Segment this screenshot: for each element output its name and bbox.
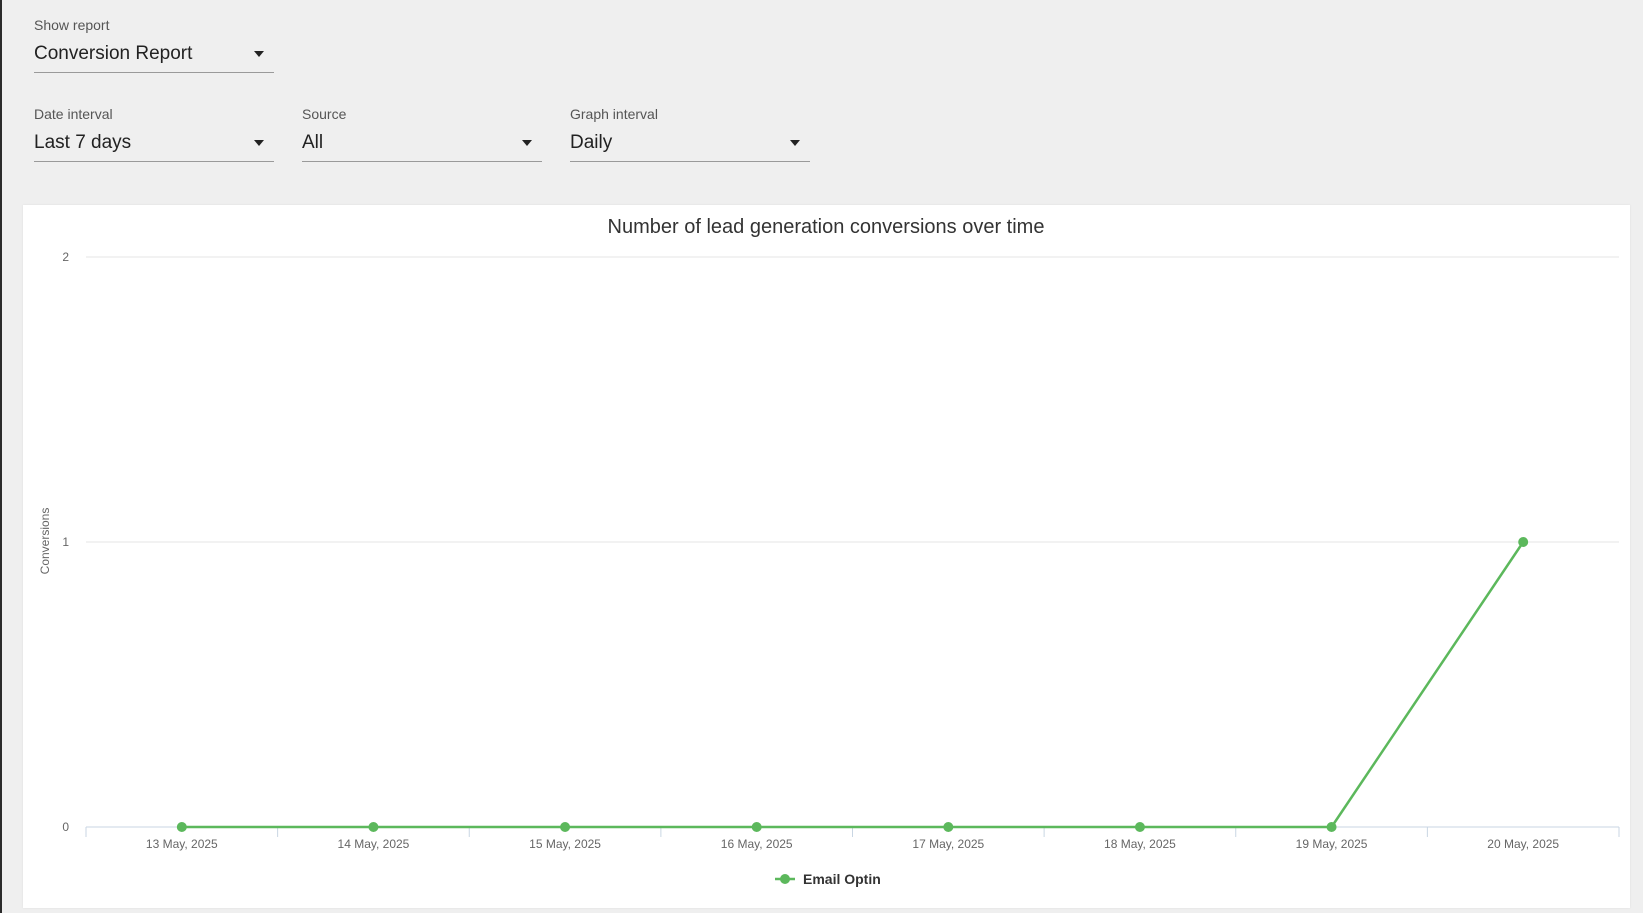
report-selector[interactable]: Show report Conversion Report xyxy=(34,16,274,73)
graph-interval-filter[interactable]: Graph interval Daily xyxy=(570,105,810,162)
data-point[interactable] xyxy=(1134,822,1145,832)
source-label: Source xyxy=(302,106,347,122)
chart-title: Number of lead generation conversions ov… xyxy=(608,216,1045,238)
date-interval-value: Last 7 days xyxy=(34,132,132,153)
legend-label[interactable]: Email Optin xyxy=(803,871,881,887)
data-point[interactable] xyxy=(560,822,571,832)
dropdown-arrow-icon[interactable] xyxy=(254,51,264,57)
x-tick-label: 17 May, 2025 xyxy=(912,837,984,851)
report-select[interactable]: Conversion Report xyxy=(34,42,274,73)
series-layer xyxy=(176,537,1529,832)
graph-interval-select[interactable]: Daily xyxy=(570,131,810,162)
dropdown-arrow-icon[interactable] xyxy=(522,140,532,146)
source-select[interactable]: All xyxy=(302,131,542,162)
y-axis-label: Conversions xyxy=(38,508,52,575)
y-tick-label: 2 xyxy=(62,250,69,264)
data-point[interactable] xyxy=(943,822,954,832)
date-interval-select[interactable]: Last 7 days xyxy=(34,131,274,162)
window-edge xyxy=(0,0,2,913)
source-filter[interactable]: Source All xyxy=(302,105,542,162)
data-point[interactable] xyxy=(751,822,762,832)
dropdown-arrow-icon[interactable] xyxy=(790,140,800,146)
legend[interactable]: Email Optin xyxy=(775,871,881,887)
x-tick-label: 14 May, 2025 xyxy=(338,837,410,851)
x-tick-label: 18 May, 2025 xyxy=(1104,837,1176,851)
data-point[interactable] xyxy=(368,822,379,832)
data-point[interactable] xyxy=(1518,537,1529,547)
x-tick-label: 15 May, 2025 xyxy=(529,837,601,851)
dropdown-arrow-icon[interactable] xyxy=(254,140,264,146)
source-value: All xyxy=(302,132,324,153)
x-tick-label: 19 May, 2025 xyxy=(1296,837,1368,851)
graph-interval-label: Graph interval xyxy=(570,106,658,122)
graph-interval-value: Daily xyxy=(570,132,613,153)
y-tick-label: 0 xyxy=(62,820,69,834)
conversions-chart: Number of lead generation conversions ov… xyxy=(38,216,1620,887)
date-interval-filter[interactable]: Date interval Last 7 days xyxy=(34,105,274,162)
report-selector-label: Show report xyxy=(34,17,110,33)
report-select-value: Conversion Report xyxy=(34,43,193,64)
x-tick-label: 16 May, 2025 xyxy=(721,837,793,851)
chart-card: Number of lead generation conversions ov… xyxy=(23,205,1630,908)
data-point[interactable] xyxy=(1326,822,1337,832)
data-point[interactable] xyxy=(176,822,187,832)
x-tick-label: 20 May, 2025 xyxy=(1487,837,1559,851)
legend-marker xyxy=(780,874,790,884)
date-interval-label: Date interval xyxy=(34,106,113,122)
x-tick-label: 13 May, 2025 xyxy=(146,837,218,851)
series-line xyxy=(181,541,1525,829)
y-tick-label: 1 xyxy=(62,535,69,549)
x-axis: 13 May, 2025 14 May, 2025 15 May, 2025 16 M… xyxy=(85,826,1620,851)
